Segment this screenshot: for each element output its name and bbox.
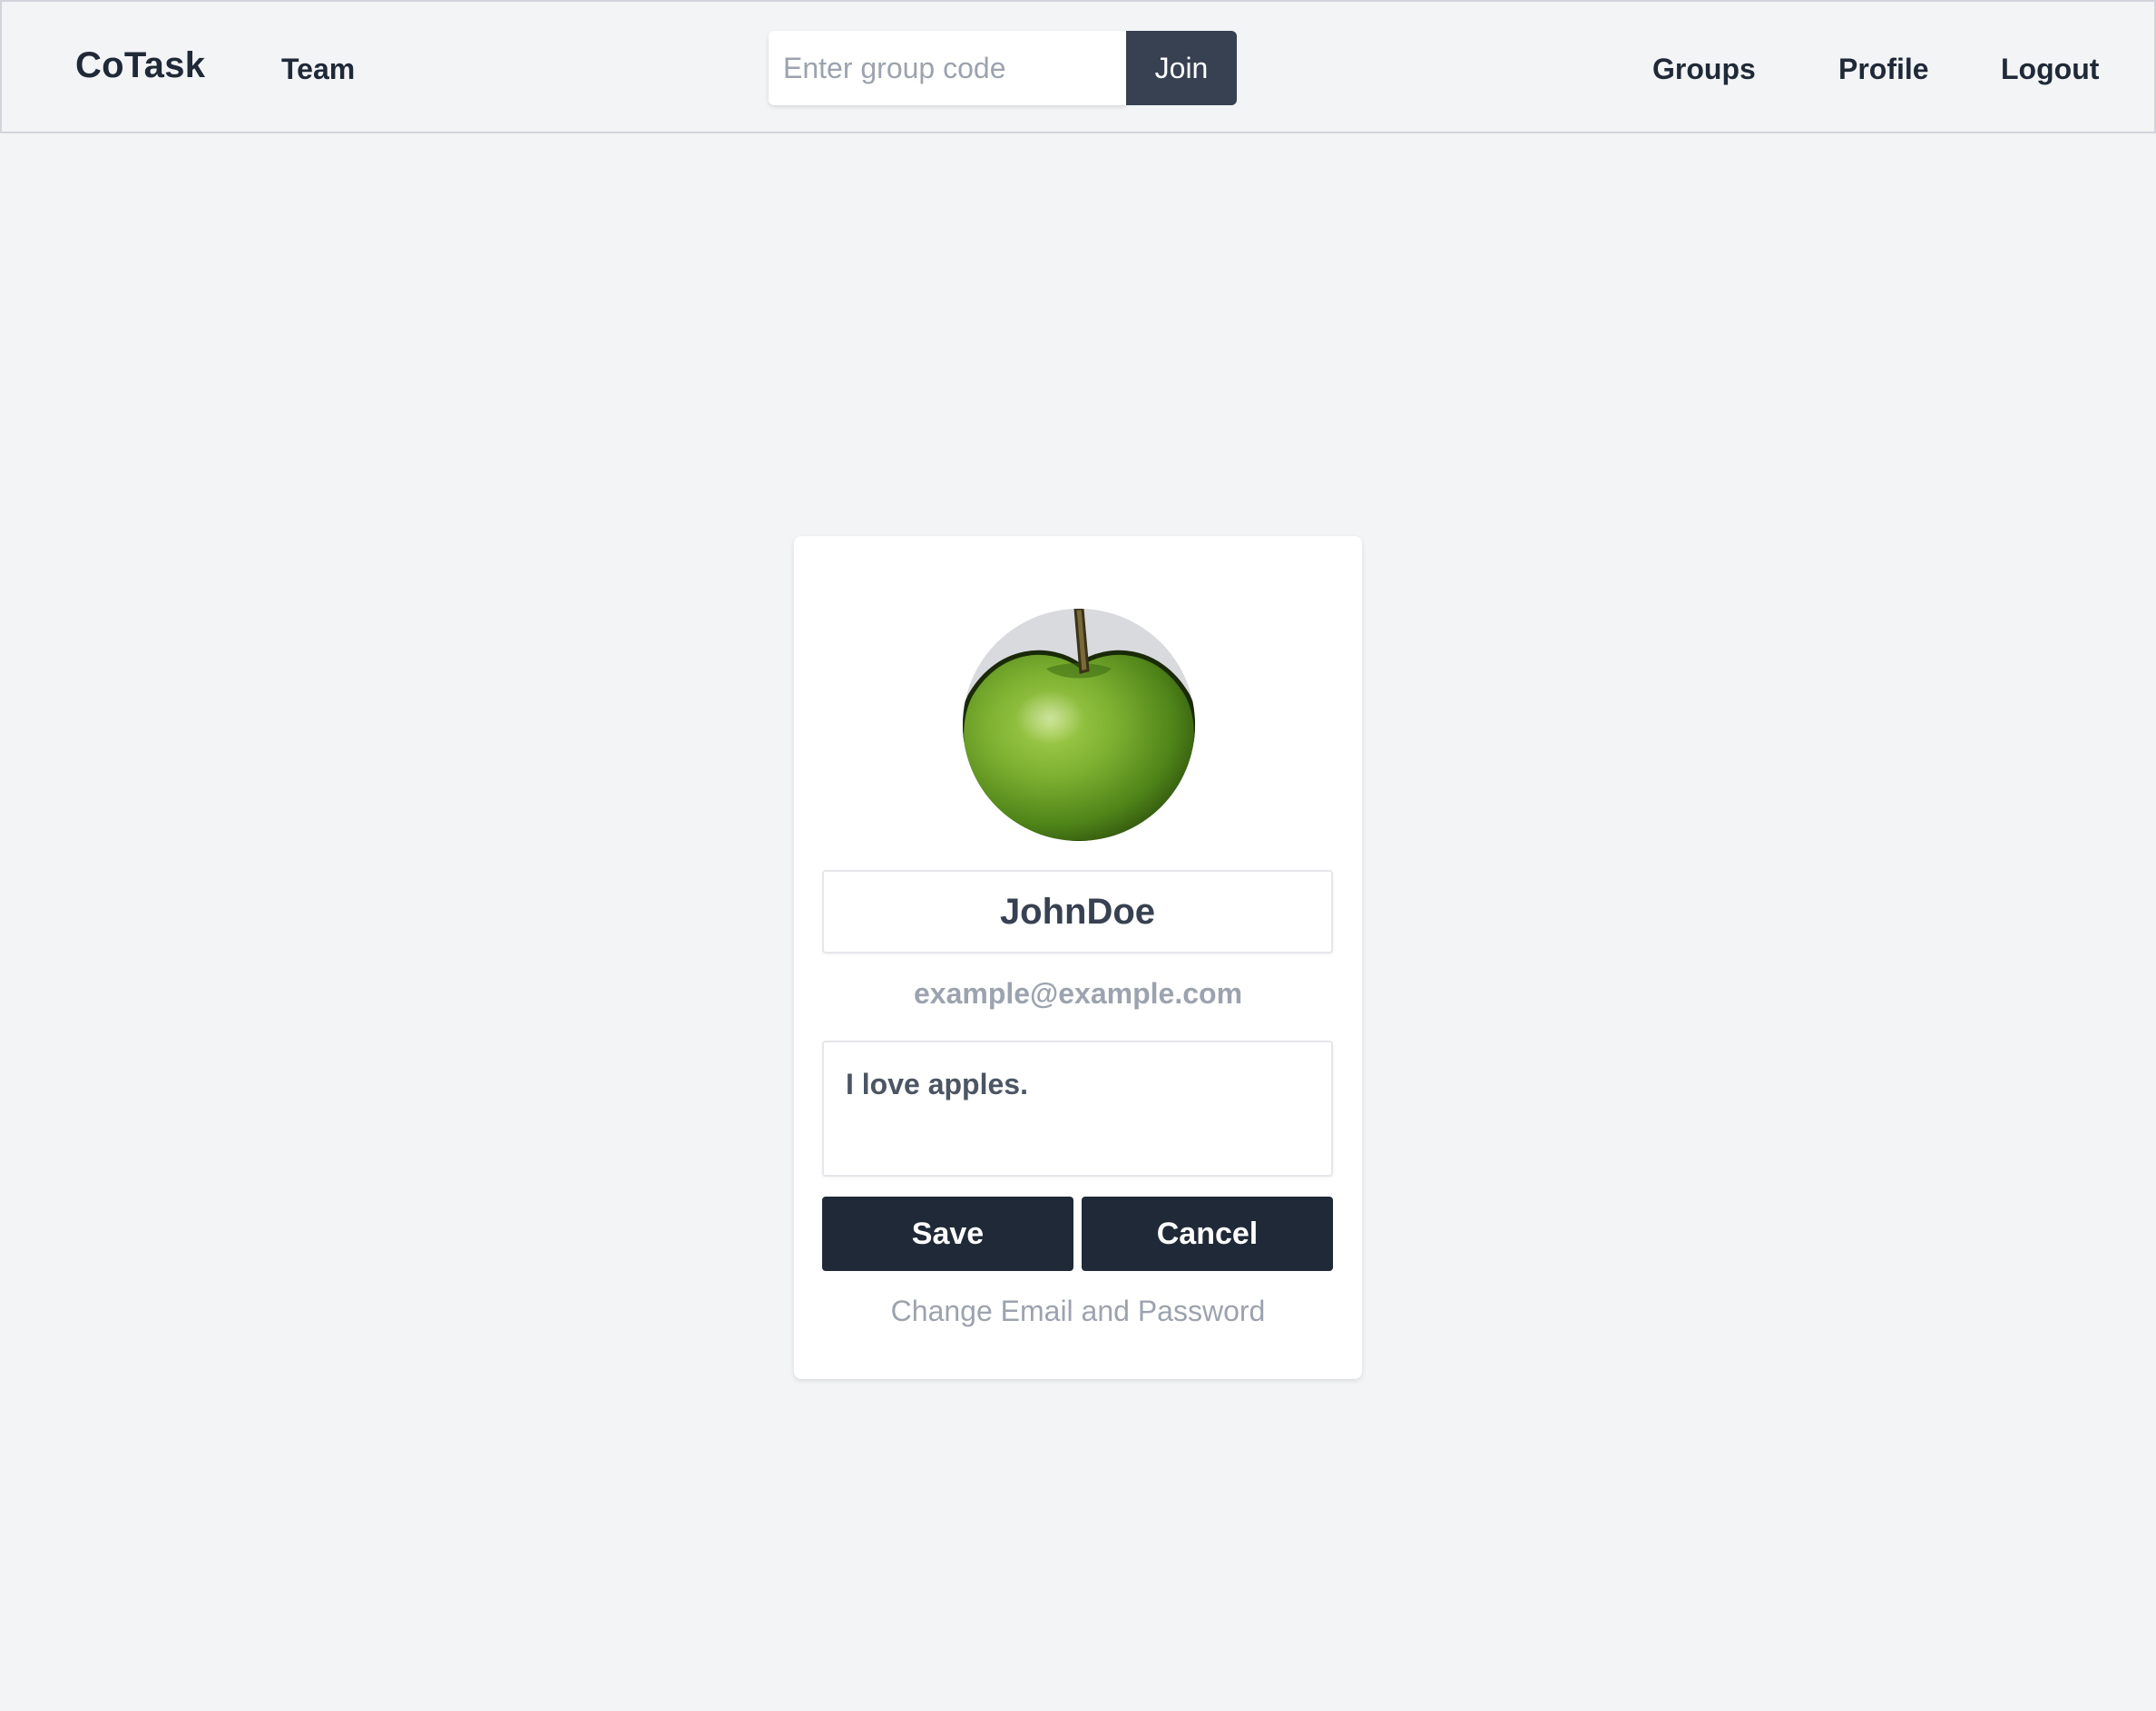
save-button[interactable]: Save [822,1197,1073,1271]
join-button[interactable]: Join [1126,31,1237,105]
group-code-input[interactable] [769,31,1126,105]
change-email-password-link[interactable]: Change Email and Password [794,1295,1362,1328]
cancel-button[interactable]: Cancel [1082,1197,1333,1271]
username-field[interactable] [822,870,1333,953]
email-text: example@example.com [913,977,1243,1010]
nav-link-logout[interactable]: Logout [2001,53,2099,86]
avatar[interactable] [963,609,1195,841]
bio-field[interactable]: I love apples. [822,1041,1333,1177]
join-group-form: Join [769,31,1237,105]
top-navbar: CoTask Team Join Groups Profile Logout [0,0,2156,133]
nav-link-profile[interactable]: Profile [1838,53,1929,86]
profile-card: example@example.com I love apples. Save … [794,536,1362,1379]
nav-link-groups[interactable]: Groups [1652,53,1756,86]
brand-logo[interactable]: CoTask [75,45,205,86]
nav-link-team[interactable]: Team [281,53,355,86]
green-apple-icon [963,609,1195,841]
